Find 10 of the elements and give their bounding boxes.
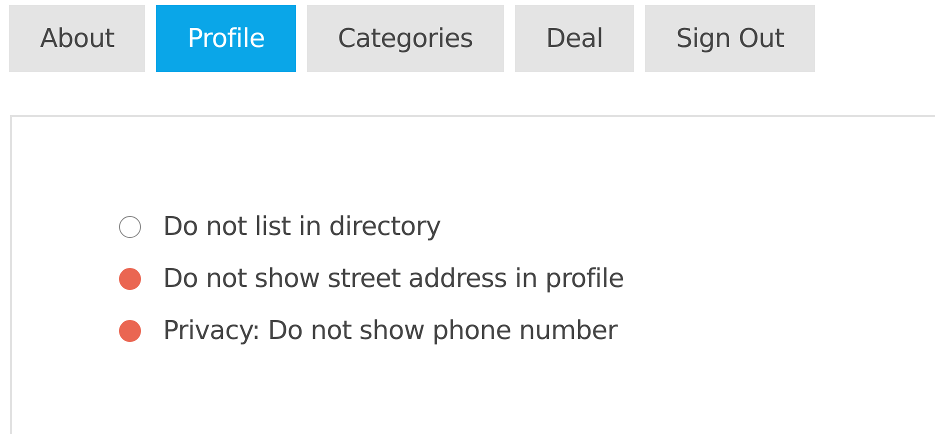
tab[interactable]: Sign Out (645, 5, 816, 72)
tab[interactable]: Deal (514, 5, 634, 72)
radio-button[interactable] (119, 216, 141, 238)
tab[interactable]: About (9, 5, 146, 72)
option-label: Do not list in directory (163, 211, 441, 244)
option-label: Privacy: Do not show phone number (163, 315, 618, 348)
tab[interactable]: Categories (306, 5, 504, 72)
option-label: Do not show street address in profile (163, 263, 624, 296)
radio-button[interactable] (119, 268, 141, 290)
radio-button[interactable] (119, 320, 141, 342)
